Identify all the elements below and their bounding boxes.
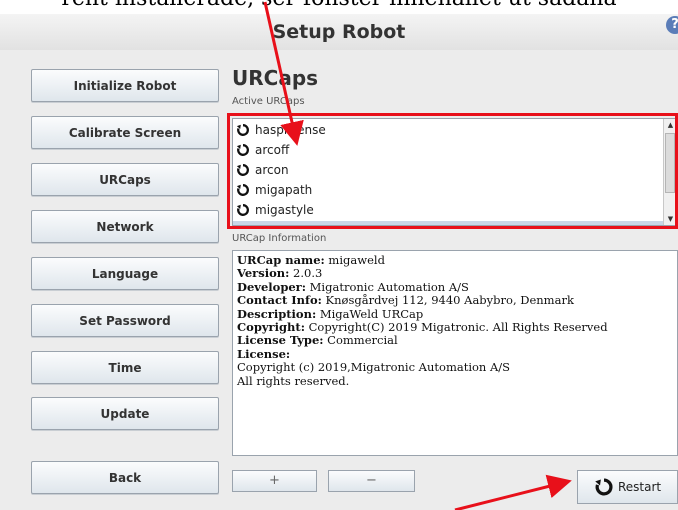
highlight-frame [227, 113, 678, 229]
info-key: Copyright: [237, 320, 305, 335]
sidebar-item-urcaps[interactable]: URCaps [31, 163, 219, 196]
info-version-row: Version: 2.0.3 [237, 267, 673, 280]
add-urcap-button[interactable]: + [232, 470, 317, 492]
info-value: Migatronic Automation A/S [306, 279, 469, 294]
restart-label: Restart [618, 480, 662, 494]
info-contact-row: Contact Info: Knøsgårdvej 112, 9440 Aaby… [237, 294, 673, 307]
info-name-row: URCap name: migaweld [237, 253, 673, 267]
info-license-line: Copyright (c) 2019,Migatronic Automation… [237, 360, 511, 375]
sidebar-item-calibrate-screen[interactable]: Calibrate Screen [31, 116, 219, 149]
info-key: License: [237, 346, 291, 361]
urcap-information-panel: URCap name: migaweld Version: 2.0.3 Deve… [232, 250, 678, 456]
help-icon[interactable]: ? [666, 16, 678, 34]
info-copyright-row: Copyright: Copyright(C) 2019 Migatronic.… [237, 320, 673, 335]
remove-urcap-button[interactable]: − [328, 470, 415, 492]
back-button[interactable]: Back [31, 461, 219, 494]
sidebar-item-initialize-robot[interactable]: Initialize Robot [31, 69, 219, 102]
info-value: MigaWeld URCap [316, 306, 424, 321]
info-key: Contact Info: [237, 293, 322, 308]
info-key: Developer: [237, 279, 306, 294]
info-license-row: License: [237, 346, 673, 361]
setup-robot-window: Setup Robot ? Initialize Robot Calibrate… [0, 14, 678, 510]
info-value: 2.0.3 [289, 266, 323, 281]
urcap-information-label: URCap Information [232, 233, 327, 244]
info-value: Knøsgårdvej 112, 9440 Aabybro, Denmark [321, 293, 574, 308]
info-license-type-row: License Type: Commercial [237, 334, 673, 347]
sidebar-item-network[interactable]: Network [31, 210, 219, 243]
window-title: Setup Robot ? [0, 14, 678, 50]
info-key: Version: [237, 266, 290, 281]
window-title-label: Setup Robot [272, 21, 406, 43]
sidebar-item-set-password[interactable]: Set Password [31, 304, 219, 337]
info-developer-row: Developer: Migatronic Automation A/S [237, 279, 673, 294]
info-key: License Type: [237, 333, 324, 348]
restart-button[interactable]: Restart [577, 470, 678, 504]
info-value: Commercial [323, 333, 398, 348]
caption-text: rent installerade, ser fönster innehålle… [0, 0, 678, 11]
info-description-row: Description: MigaWeld URCap [237, 306, 673, 321]
info-key: URCap name: [237, 253, 325, 267]
sidebar-item-time[interactable]: Time [31, 351, 219, 384]
info-license-line: All rights reserved. [237, 373, 350, 388]
info-value: Copyright(C) 2019 Migatronic. All Rights… [304, 320, 608, 335]
info-key: Description: [237, 306, 317, 321]
restart-icon [595, 478, 613, 496]
page-title: URCaps [232, 66, 319, 90]
sidebar-item-update[interactable]: Update [31, 397, 219, 430]
sidebar-item-language[interactable]: Language [31, 257, 219, 290]
info-value: migaweld [324, 253, 385, 267]
active-urcaps-label: Active URCaps [232, 96, 305, 107]
